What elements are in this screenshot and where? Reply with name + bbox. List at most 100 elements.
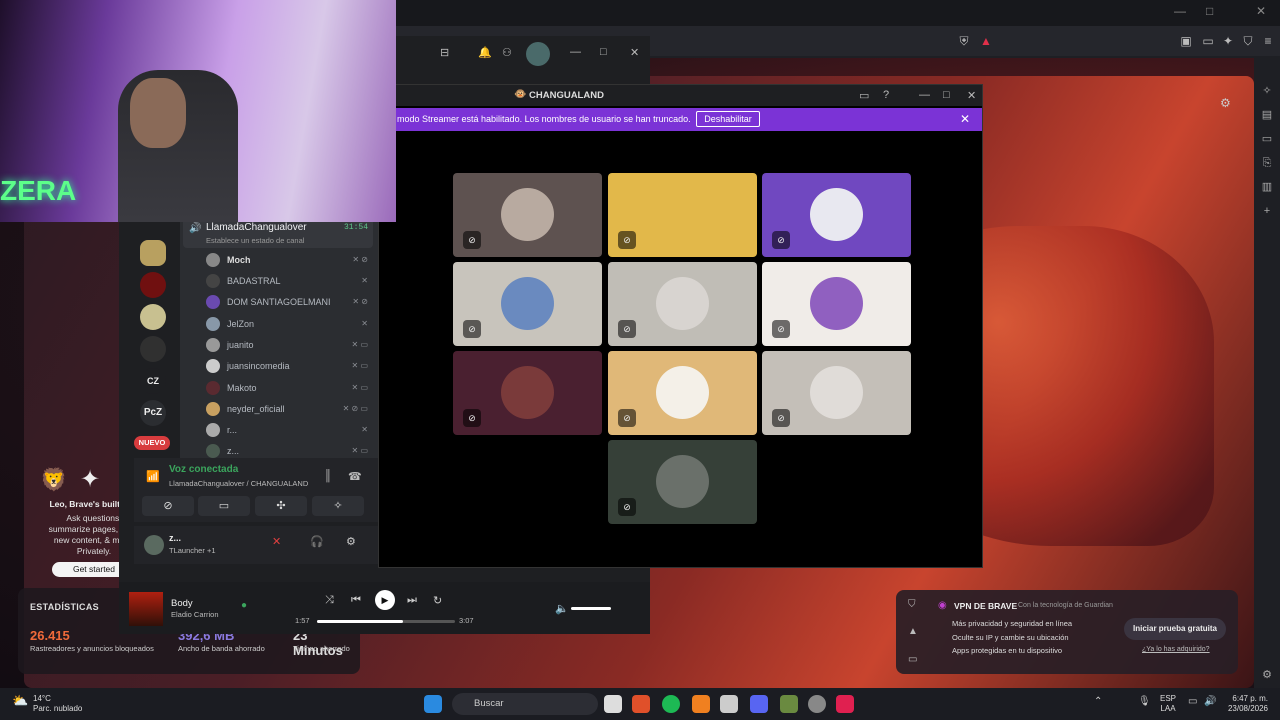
vpn-purchased-link[interactable]: ¿Ya lo has adquirido? xyxy=(1142,646,1210,653)
add-sidebar-icon[interactable]: + xyxy=(1260,204,1274,218)
menu-icon[interactable]: ≡ xyxy=(1260,33,1276,49)
tiktok-icon[interactable] xyxy=(836,695,854,713)
voice-user[interactable]: JelZon ✕ xyxy=(206,316,372,332)
participant-tile[interactable]: ⊘ xyxy=(608,351,757,435)
voice-user[interactable]: Moch ✕ ⊘ xyxy=(206,252,372,268)
seek-bar[interactable] xyxy=(317,620,455,623)
obs-icon[interactable] xyxy=(808,695,826,713)
participant-tile[interactable]: ⊘ xyxy=(762,351,911,435)
participant-tile[interactable]: ⊘ xyxy=(762,173,911,257)
minimize-icon[interactable]: — xyxy=(1174,4,1186,18)
disable-button[interactable]: Deshabilitar xyxy=(696,111,760,127)
popout-icon[interactable]: ▭ xyxy=(859,89,869,102)
reading-list-icon[interactable]: ▥ xyxy=(1260,180,1274,194)
avatar[interactable] xyxy=(144,535,164,555)
previous-icon[interactable]: ⏮ xyxy=(351,594,361,607)
track-title[interactable]: Body xyxy=(171,598,193,609)
wallet-icon[interactable]: ▭ xyxy=(1200,33,1216,49)
avatar[interactable] xyxy=(526,42,550,66)
mic-muted-icon[interactable]: ✕ xyxy=(272,535,281,548)
voice-user[interactable]: Makoto ✕ ▭ xyxy=(206,380,372,396)
close-icon[interactable]: ✕ xyxy=(630,46,639,59)
minimize-icon[interactable]: — xyxy=(570,46,581,58)
vpn-icon[interactable]: ⛉ xyxy=(1240,33,1256,49)
leo-sidebar-icon[interactable]: ✧ xyxy=(1260,84,1274,98)
next-icon[interactable]: ⏭ xyxy=(407,594,417,607)
close-icon[interactable]: ✕ xyxy=(967,89,976,102)
microphone-icon[interactable]: 🎙 xyxy=(1138,696,1151,707)
play-button[interactable]: ▶ xyxy=(375,590,395,610)
close-banner-icon[interactable]: ✕ xyxy=(960,112,970,126)
track-artist[interactable]: Eladio Carrion xyxy=(171,610,219,619)
minimize-icon[interactable]: — xyxy=(919,89,930,101)
server-icon[interactable] xyxy=(140,336,166,362)
brave-rewards-icon[interactable]: ▲ xyxy=(978,33,994,49)
noise-suppression-icon[interactable]: ║ xyxy=(324,470,332,482)
network-icon[interactable]: ▭ xyxy=(1188,696,1197,707)
participant-tile[interactable]: ⊘ xyxy=(762,262,911,346)
participant-tile[interactable]: ⊘ xyxy=(453,351,602,435)
voice-connected-detail[interactable]: LlamadaChangualover / CHANGUALAND xyxy=(169,479,308,488)
settings-icon[interactable]: ⚙ xyxy=(1220,96,1231,110)
vpn-trial-button[interactable]: Iniciar prueba gratuita xyxy=(1124,618,1226,640)
weather-widget[interactable]: ⛅ 14°C Parc. nublado xyxy=(12,694,82,714)
task-view-icon[interactable] xyxy=(604,695,622,713)
leo-icon[interactable]: ✦ xyxy=(1220,33,1236,49)
server-icon-cz[interactable]: CZ xyxy=(140,368,166,394)
signal-icon[interactable]: 📶 xyxy=(146,470,160,483)
vlc-icon[interactable] xyxy=(692,695,710,713)
brave-shields-icon[interactable]: ⛨ xyxy=(956,33,972,49)
voice-user[interactable]: BADASTRAL ✕ xyxy=(206,273,372,289)
bookmarks-icon[interactable]: ⎘ xyxy=(1260,156,1274,170)
headphones-icon[interactable]: 🎧 xyxy=(310,535,324,548)
voice-channel[interactable]: 🔊 LlamadaChangualover Establece un estad… xyxy=(183,218,373,248)
close-icon[interactable]: ✕ xyxy=(1256,4,1266,18)
server-icon[interactable] xyxy=(140,304,166,330)
server-icon-pcz[interactable]: PcZ xyxy=(140,400,166,426)
maximize-icon[interactable]: □ xyxy=(600,46,607,58)
voice-user[interactable]: DOM SANTIAGOELMANI ✕ ⊘ xyxy=(206,294,372,310)
sidebar-settings-icon[interactable]: ⚙ xyxy=(1260,668,1274,682)
news-icon[interactable]: ▤ xyxy=(1260,108,1274,122)
camera-button[interactable]: ⊘ xyxy=(142,496,194,516)
voice-user[interactable]: z... ✕ ▭ xyxy=(206,443,372,459)
restore-icon[interactable]: □ xyxy=(1206,4,1213,18)
activities-button[interactable]: ✣ xyxy=(255,496,307,516)
channel-status[interactable]: Establece un estado de canal xyxy=(206,236,304,245)
participant-tile[interactable]: ⊘ xyxy=(608,262,757,346)
brave-taskbar-icon[interactable] xyxy=(632,695,650,713)
repeat-icon[interactable]: ↻ xyxy=(433,594,442,607)
voice-user[interactable]: r... ✕ xyxy=(206,422,372,438)
inbox-icon[interactable]: ⊟ xyxy=(440,46,449,59)
screen-share-button[interactable]: ▭ xyxy=(198,496,250,516)
spotify-icon[interactable] xyxy=(662,695,680,713)
sidebar-toggle-icon[interactable]: ▣ xyxy=(1178,33,1194,49)
help-icon[interactable]: ? xyxy=(883,89,889,101)
voice-user[interactable]: neyder_oficiall ✕ ⊘ ▭ xyxy=(206,401,372,417)
minecraft-icon[interactable] xyxy=(780,695,798,713)
start-icon[interactable] xyxy=(424,695,442,713)
maximize-icon[interactable]: □ xyxy=(943,89,950,101)
clock[interactable]: 6:47 p. m. 23/08/2026 xyxy=(1228,694,1268,714)
liked-icon[interactable]: ● xyxy=(241,600,247,611)
server-icon[interactable] xyxy=(140,240,166,266)
server-icon[interactable] xyxy=(140,272,166,298)
wallet-sidebar-icon[interactable]: ▭ xyxy=(1260,132,1274,146)
soundboard-button[interactable]: ✧ xyxy=(312,496,364,516)
shuffle-icon[interactable]: ⤨ xyxy=(325,594,334,607)
voice-user[interactable]: juansincomedia ✕ ▭ xyxy=(206,358,372,374)
tray-chevron-icon[interactable]: ⌃ xyxy=(1094,696,1102,707)
participant-tile[interactable]: ⊘ xyxy=(453,173,602,257)
participant-tile[interactable]: ⊘ xyxy=(608,173,757,257)
volume-icon[interactable]: 🔈 xyxy=(555,602,569,615)
participant-tile[interactable]: ⊘ xyxy=(453,262,602,346)
disconnect-icon[interactable]: ☎ xyxy=(348,470,362,483)
discord-taskbar-icon[interactable] xyxy=(750,695,768,713)
brave-tab-strip[interactable] xyxy=(396,0,1280,26)
taskbar-search[interactable]: Buscar xyxy=(452,693,598,715)
self-username[interactable]: z... xyxy=(169,533,181,543)
language-indicator[interactable]: ESP LAA xyxy=(1160,694,1176,714)
volume-slider[interactable] xyxy=(571,607,611,610)
voice-user[interactable]: juanito ✕ ▭ xyxy=(206,337,372,353)
volume-taskbar-icon[interactable]: 🔊 xyxy=(1204,696,1216,707)
